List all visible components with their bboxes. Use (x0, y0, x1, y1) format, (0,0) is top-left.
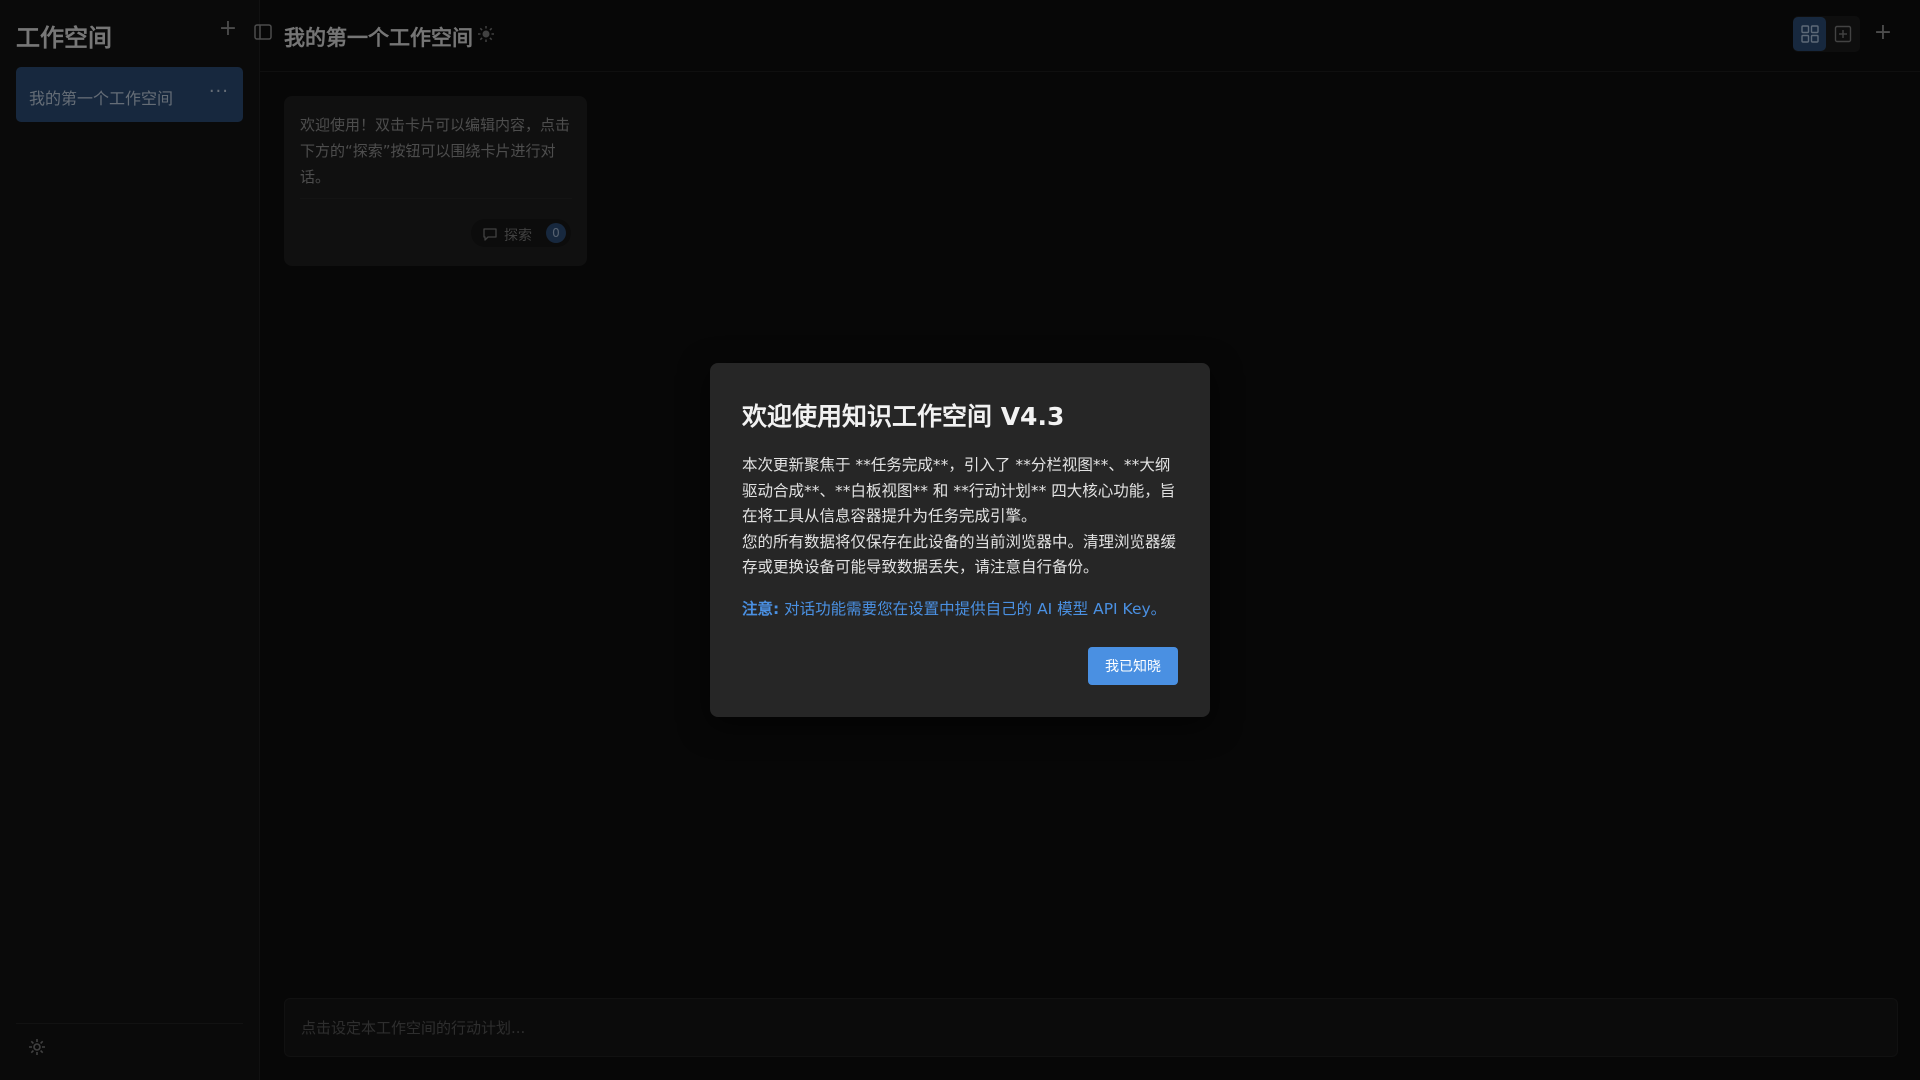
dialog-title: 欢迎使用知识工作空间 V4.3 (742, 402, 1065, 431)
note-text: 对话功能需要您在设置中提供自己的 AI 模型 API Key。 (784, 600, 1167, 618)
dialog-paragraph-storage: 您的所有数据将仅保存在此设备的当前浏览器中。清理浏览器缓存或更换设备可能导致数据… (742, 532, 1177, 577)
dialog-note: 注意: 对话功能需要您在设置中提供自己的 AI 模型 API Key。 (742, 597, 1192, 622)
acknowledge-button[interactable]: 我已知晓 (1088, 647, 1178, 685)
dialog-body: 本次更新聚焦于 **任务完成**，引入了 **分栏视图**、**大纲驱动合成**… (742, 453, 1182, 581)
app-root: 工作空间 + 我的第一个工作空间 ··· 我的第一个工作空间 + 欢迎使用！双击… (0, 0, 1920, 1080)
dialog-paragraph-update: 本次更新聚焦于 **任务完成**，引入了 **分栏视图**、**大纲驱动合成**… (742, 456, 1176, 525)
welcome-dialog: 欢迎使用知识工作空间 V4.3 本次更新聚焦于 **任务完成**，引入了 **分… (710, 363, 1210, 717)
note-label: 注意: (742, 600, 780, 618)
